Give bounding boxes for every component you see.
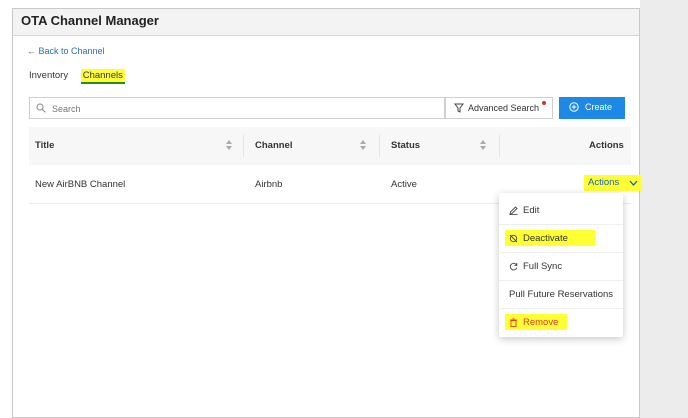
menu-item-pull-future-reservations[interactable]: Pull Future Reservations [499,281,623,309]
table-header: Title Channel Status Actions [29,127,631,166]
advanced-search-label: Advanced Search [468,103,540,113]
column-header-title[interactable]: Title [35,140,54,151]
menu-item-remove[interactable]: Remove [499,309,623,337]
deactivate-icon [509,234,518,243]
advanced-search-button[interactable]: Advanced Search [445,97,553,119]
menu-item-label: Pull Future Reservations [509,289,614,300]
column-divider [379,135,380,157]
back-to-channel-link[interactable]: ← Back to Channel [27,46,105,56]
menu-item-label: Edit [523,205,540,216]
page-panel: OTA Channel Manager ← Back to Channel In… [12,8,642,418]
menu-item-edit[interactable]: Edit [499,197,623,225]
create-button[interactable]: Create [559,97,625,119]
actions-dropdown-menu: Edit Deactivate Full Sync Pull Future Re… [499,193,623,337]
sort-icon[interactable] [225,139,233,151]
create-label: Create [585,102,613,112]
page-header: OTA Channel Manager [13,9,639,36]
column-divider [243,135,244,157]
menu-item-label: Remove [523,317,559,328]
actions-label: Actions [588,177,620,188]
cell-title: New AirBNB Channel [35,179,126,190]
column-header-status[interactable]: Status [391,140,420,151]
cell-status: Active [391,179,417,190]
trash-icon [510,318,517,327]
right-gray-margin [640,0,688,418]
filter-icon [454,103,464,113]
search-input[interactable] [50,101,434,117]
chevron-down-icon [629,180,638,186]
column-header-actions: Actions [589,140,624,151]
search-icon [36,103,46,113]
column-header-channel[interactable]: Channel [255,140,292,151]
page-title: OTA Channel Manager [21,13,159,28]
tab-bar: Inventory Channels [29,69,135,84]
filter-indicator-dot [542,101,546,105]
cell-channel: Airbnb [255,179,283,190]
menu-item-full-sync[interactable]: Full Sync [499,253,623,281]
menu-item-label: Full Sync [523,261,563,272]
tab-channels[interactable]: Channels [80,69,125,84]
search-box[interactable] [29,97,445,119]
sort-icon[interactable] [359,139,367,151]
plus-circle-icon [569,102,579,112]
menu-item-label: Deactivate [523,233,568,244]
tab-inventory[interactable]: Inventory [29,70,68,81]
sync-icon [509,262,518,271]
sort-icon[interactable] [479,139,487,151]
column-divider [499,135,500,157]
actions-dropdown-button[interactable]: Actions [584,175,642,191]
pencil-icon [509,206,518,215]
menu-item-deactivate[interactable]: Deactivate [499,225,623,253]
